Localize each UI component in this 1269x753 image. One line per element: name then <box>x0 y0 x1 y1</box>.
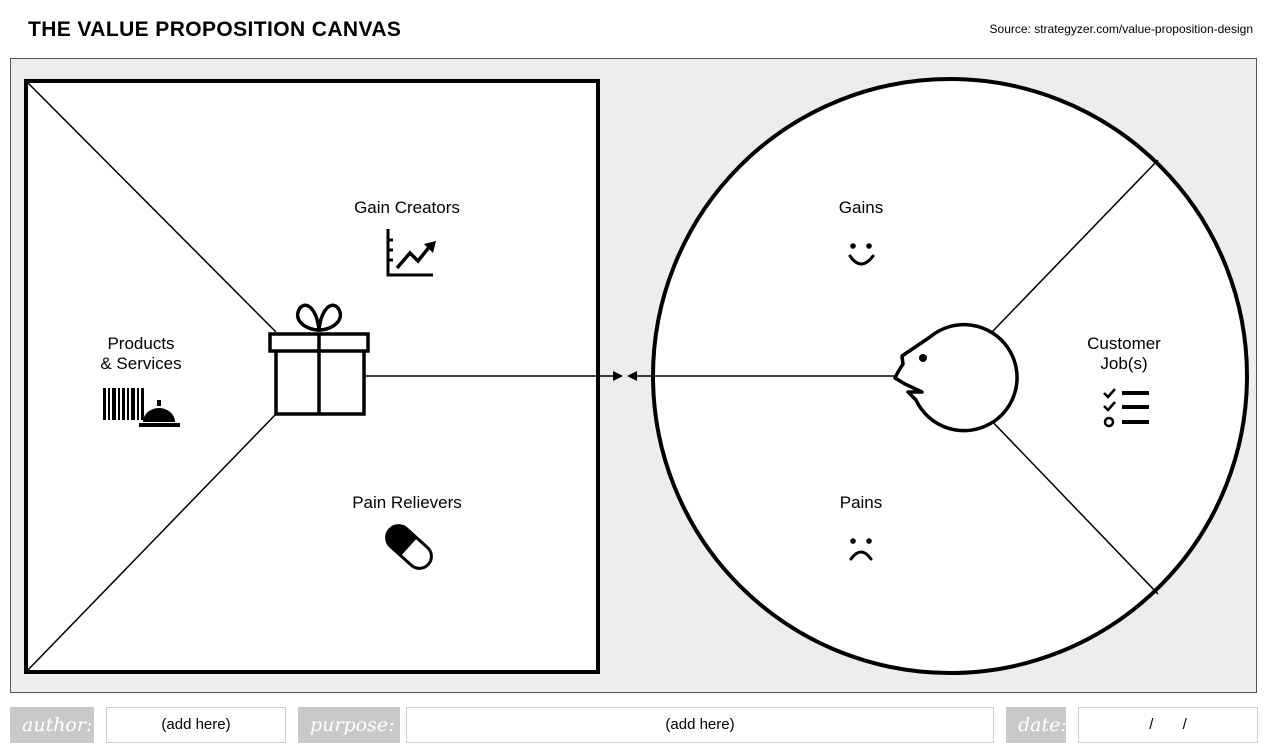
purpose-field[interactable]: (add here) <box>406 707 994 743</box>
arrow-head-right <box>613 371 623 381</box>
canvas-diagram <box>24 77 1249 675</box>
label-products-services: Products & Services <box>100 334 182 373</box>
label-gains: Gains <box>838 198 884 217</box>
author-label: author: <box>10 707 94 743</box>
label-pain-relievers: Pain Relievers <box>352 493 462 512</box>
label-customer-jobs: Customer Job(s) <box>1087 334 1161 373</box>
label-gain-creators: Gain Creators <box>354 198 460 217</box>
date-label: date: <box>1006 707 1067 743</box>
author-field[interactable]: (add here) <box>106 707 286 743</box>
date-field[interactable]: / / <box>1078 707 1258 743</box>
purpose-label: purpose: <box>298 707 400 743</box>
label-pains: Pains <box>839 493 883 512</box>
arrow-head-left <box>627 371 637 381</box>
